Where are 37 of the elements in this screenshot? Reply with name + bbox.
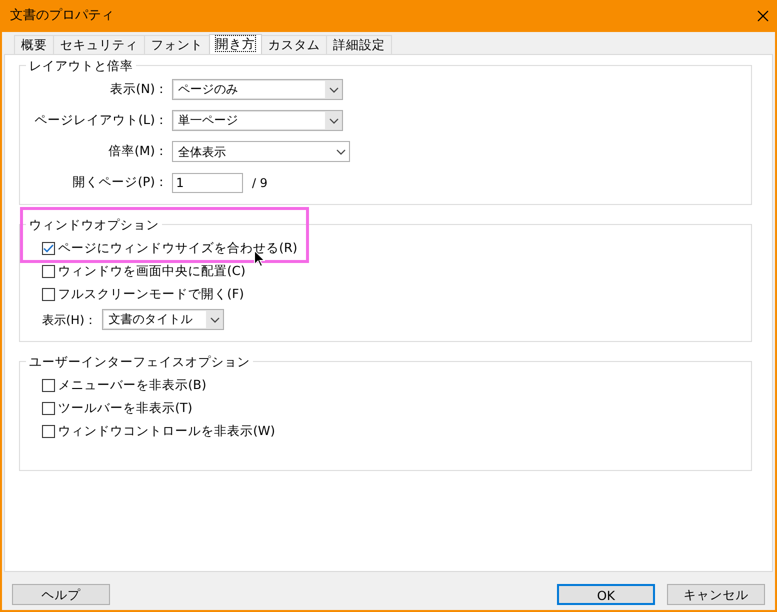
page-input[interactable]: 1 (172, 172, 243, 192)
dropdown[interactable]: 全体表示 (172, 141, 350, 162)
chevron-icon (210, 316, 220, 322)
chevron-icon (336, 148, 346, 154)
chevron-icon (329, 86, 339, 92)
checkbox[interactable] (42, 242, 55, 255)
window-title: 文書のプロパティ (10, 7, 114, 26)
field-label: 開くページ(P)： (72, 173, 169, 192)
dropdown[interactable]: ページのみ (172, 79, 343, 100)
tab[interactable]: カスタム (261, 35, 327, 54)
checkbox-label: ウィンドウコントロールを非表示(W) (58, 422, 276, 440)
checkbox[interactable] (42, 425, 55, 438)
cancel-button[interactable]: キャンセル (667, 584, 765, 605)
tab[interactable]: セキュリティ (53, 35, 145, 54)
close-icon[interactable] (757, 10, 769, 22)
checkbox-label: ツールバーを非表示(T) (58, 399, 192, 418)
chevron-icon (329, 118, 339, 124)
checkbox[interactable] (42, 379, 55, 392)
checkbox-label: ページにウィンドウサイズを合わせる(R) (58, 239, 298, 258)
ok-button[interactable]: OK (557, 584, 655, 605)
help-button[interactable]: ヘルプ (12, 584, 110, 605)
tab[interactable]: 開き方 (209, 34, 262, 54)
checkbox[interactable] (42, 288, 55, 301)
field-label: 表示(H)： (42, 312, 96, 328)
checkbox-label: メニューバーを非表示(B) (58, 376, 206, 394)
checkbox[interactable] (42, 402, 55, 415)
checkbox-label: フルスクリーンモードで開く(F) (58, 285, 244, 304)
field-label: 倍率(M)： (107, 142, 169, 160)
checkbox-label: ウィンドウを画面中央に配置(C) (58, 262, 246, 280)
tab[interactable]: 概要 (14, 35, 54, 54)
page-count: / 9 (251, 174, 268, 192)
field-label: 表示(N)： (108, 80, 169, 98)
dropdown[interactable]: 単一ページ (172, 110, 343, 131)
dropdown[interactable]: 文書のタイトル (102, 309, 224, 330)
field-label: ページレイアウト(L)： (33, 111, 169, 130)
tab[interactable]: 詳細設定 (326, 35, 392, 54)
checkbox[interactable] (42, 265, 55, 278)
